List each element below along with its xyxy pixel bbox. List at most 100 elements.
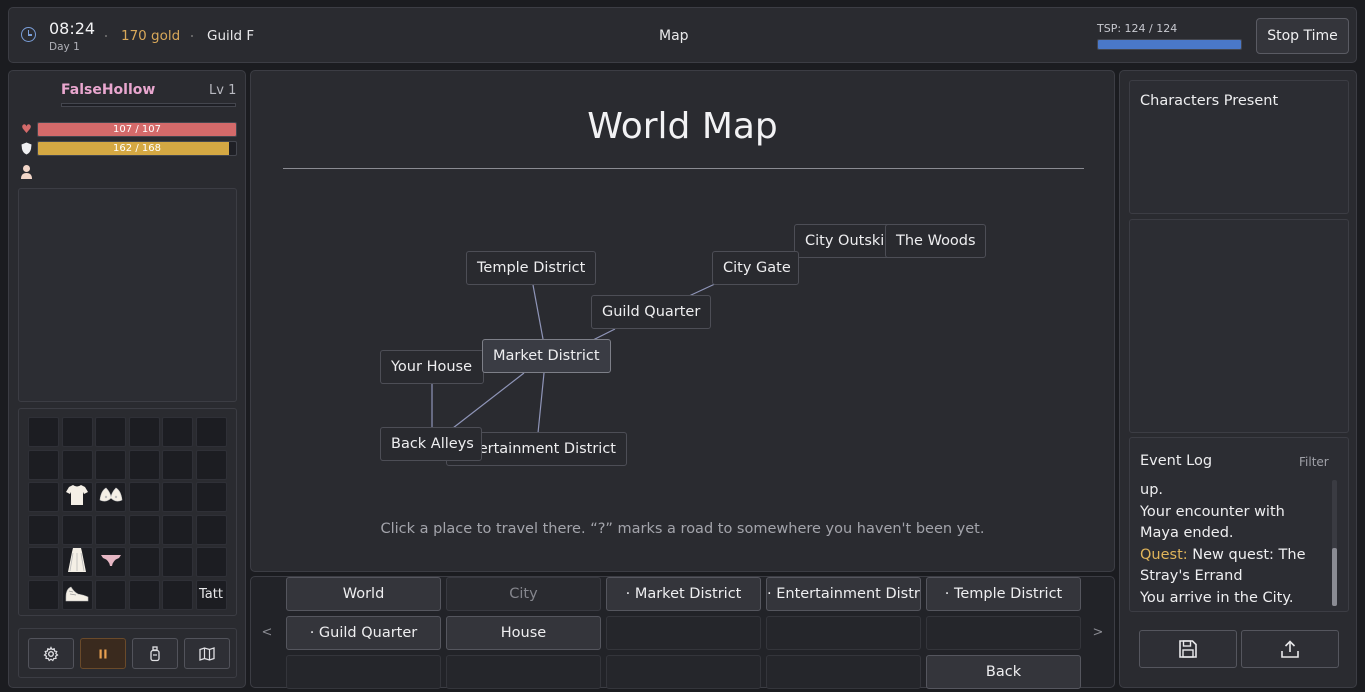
nav-empty-slot bbox=[446, 655, 601, 689]
nav-world-button[interactable]: World bbox=[286, 577, 441, 611]
clock-time: 08:24 bbox=[49, 19, 96, 38]
tsp-bar-fill bbox=[1098, 40, 1241, 49]
gear-icon bbox=[43, 645, 59, 661]
characters-present-box: Characters Present bbox=[1129, 80, 1349, 214]
stop-time-button[interactable]: Stop Time bbox=[1256, 18, 1349, 54]
export-icon bbox=[1281, 640, 1299, 658]
inventory-slot-empty[interactable] bbox=[95, 449, 126, 480]
map-node-temple-district[interactable]: Temple District bbox=[466, 251, 596, 285]
map-node-city-outskirts[interactable]: City Outskirts bbox=[794, 224, 894, 258]
nav-entertainment-district-button[interactable]: · Entertainment District bbox=[766, 577, 921, 611]
separator-dot bbox=[105, 35, 107, 37]
event-log-filter-button[interactable]: Filter bbox=[1299, 455, 1329, 469]
nav-house-button[interactable]: House bbox=[446, 616, 601, 650]
person-icon bbox=[20, 164, 33, 179]
inventory-slot-empty[interactable] bbox=[195, 449, 227, 480]
nav-empty-slot bbox=[766, 655, 921, 689]
nav-market-district-button[interactable]: · Market District bbox=[606, 577, 761, 611]
log-entry: Quest: New quest: The Stray's Errand bbox=[1140, 545, 1325, 588]
inventory-slot-empty[interactable] bbox=[61, 449, 93, 480]
inventory-slot-empty[interactable] bbox=[28, 417, 59, 447]
map-node-the-woods[interactable]: The Woods bbox=[885, 224, 986, 258]
pause-button[interactable] bbox=[80, 638, 126, 669]
map-button[interactable] bbox=[184, 638, 230, 669]
inventory-slot-tattoo[interactable]: Tatt bbox=[195, 579, 227, 610]
shield-bar: 162 / 168 bbox=[37, 141, 237, 156]
inventory-slot-empty[interactable] bbox=[162, 547, 193, 577]
shield-text: 162 / 168 bbox=[113, 143, 161, 154]
nav-empty-slot bbox=[606, 616, 761, 650]
tsp-label: TSP: 124 / 124 bbox=[1097, 22, 1178, 35]
nav-empty-slot bbox=[606, 655, 761, 689]
location-nav: < > World City · Market District · Enter… bbox=[250, 576, 1115, 689]
settings-button[interactable] bbox=[28, 638, 74, 669]
inventory-slot-skirt[interactable] bbox=[61, 547, 93, 577]
nav-back-button[interactable]: Back bbox=[926, 655, 1081, 689]
world-map-panel: World Map Temple District City Outskirts… bbox=[250, 70, 1115, 572]
heart-icon: ♥ bbox=[21, 122, 32, 136]
event-log-title: Event Log bbox=[1140, 453, 1213, 469]
shoes-icon bbox=[64, 583, 90, 607]
control-buttons bbox=[18, 628, 237, 678]
inventory-slot-shirt[interactable] bbox=[61, 482, 93, 512]
inventory-slot-empty[interactable] bbox=[95, 514, 126, 545]
inventory-slot-empty[interactable] bbox=[128, 482, 160, 512]
inventory-slot-empty[interactable] bbox=[128, 417, 160, 447]
map-node-your-house[interactable]: Your House bbox=[380, 350, 484, 384]
screen-title: Map bbox=[659, 28, 689, 44]
xp-bar bbox=[61, 103, 236, 107]
log-entry: Your encounter with Maya ended. bbox=[1140, 503, 1285, 542]
inventory-slot-empty[interactable] bbox=[28, 547, 59, 577]
inventory-slot-empty[interactable] bbox=[195, 514, 227, 545]
nav-next-button[interactable]: > bbox=[1082, 577, 1114, 687]
log-entry: You arrive in the City. bbox=[1140, 589, 1294, 606]
inventory-slot-empty[interactable] bbox=[95, 417, 126, 447]
scrollbar-thumb[interactable] bbox=[1332, 548, 1337, 606]
character-name: FalseHollow bbox=[61, 82, 156, 98]
nav-guild-quarter-button[interactable]: · Guild Quarter bbox=[286, 616, 441, 650]
hp-text: 107 / 107 bbox=[113, 124, 161, 135]
inventory-slot-empty[interactable] bbox=[28, 482, 59, 512]
guild-rank: Guild F bbox=[207, 28, 255, 44]
event-log-scrollbar[interactable] bbox=[1332, 480, 1337, 606]
map-node-market-district[interactable]: Market District bbox=[482, 339, 611, 373]
bra-icon bbox=[98, 486, 124, 508]
map-node-guild-quarter[interactable]: Guild Quarter bbox=[591, 295, 711, 329]
side-panel: Characters Present Event Log Filter up. … bbox=[1119, 70, 1357, 688]
inventory-slot-empty[interactable] bbox=[195, 547, 227, 577]
inventory-slot-empty[interactable] bbox=[162, 514, 193, 545]
pause-icon bbox=[99, 649, 107, 658]
inventory-slot-empty[interactable] bbox=[61, 417, 93, 447]
map-node-city-gate[interactable]: City Gate bbox=[712, 251, 799, 285]
inventory-slot-empty[interactable] bbox=[61, 514, 93, 545]
items-button[interactable] bbox=[132, 638, 178, 669]
inventory-slot-panties[interactable] bbox=[95, 547, 126, 577]
nav-prev-button[interactable]: < bbox=[251, 577, 283, 687]
save-button[interactable] bbox=[1139, 630, 1237, 668]
inventory-slot-empty[interactable] bbox=[95, 579, 126, 610]
event-log-lines: up. Your encounter with Maya ended. Ques… bbox=[1140, 480, 1325, 609]
inventory-slot-bra[interactable] bbox=[95, 482, 126, 512]
inventory-slot-shoes[interactable] bbox=[61, 579, 93, 610]
character-level: Lv 1 bbox=[209, 83, 237, 98]
export-button[interactable] bbox=[1241, 630, 1339, 668]
inventory-slot-empty[interactable] bbox=[162, 449, 193, 480]
inventory-slot-empty[interactable] bbox=[128, 514, 160, 545]
inventory-slot-empty[interactable] bbox=[128, 547, 160, 577]
inventory-slot-empty[interactable] bbox=[128, 579, 160, 610]
inventory-slot-empty[interactable] bbox=[28, 579, 59, 610]
nav-empty-slot bbox=[286, 655, 441, 689]
inventory-slot-empty[interactable] bbox=[28, 514, 59, 545]
inventory-slot-empty[interactable] bbox=[162, 579, 193, 610]
tsp-bar bbox=[1097, 39, 1242, 50]
inventory-slot-empty[interactable] bbox=[162, 417, 193, 447]
inventory-slot-empty[interactable] bbox=[195, 417, 227, 447]
map-node-back-alleys[interactable]: Back Alleys bbox=[380, 427, 482, 461]
characters-present-title: Characters Present bbox=[1140, 93, 1279, 109]
inventory-slot-empty[interactable] bbox=[162, 482, 193, 512]
inventory-slot-empty[interactable] bbox=[195, 482, 227, 512]
inventory-slot-empty[interactable] bbox=[28, 449, 59, 480]
top-bar: 08:24 Day 1 170 gold Guild F Map TSP: 12… bbox=[8, 7, 1357, 63]
inventory-slot-empty[interactable] bbox=[128, 449, 160, 480]
nav-temple-district-button[interactable]: · Temple District bbox=[926, 577, 1081, 611]
